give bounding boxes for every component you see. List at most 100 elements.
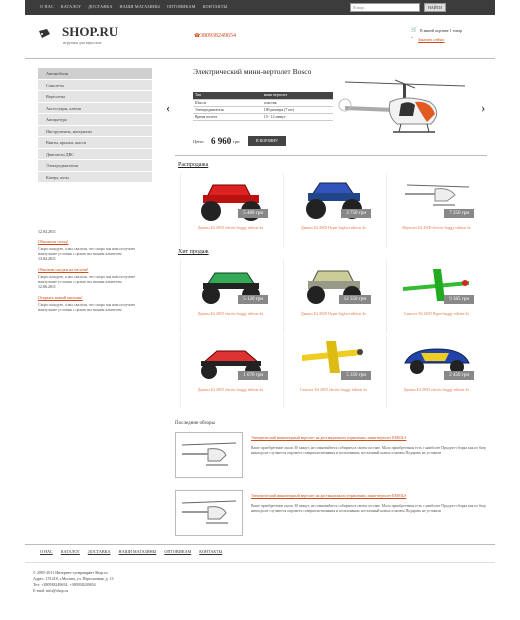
hits-grid: 5 120 грн Джипы Е4 4WD electric-buggy ed…	[175, 259, 490, 409]
footer-nav-item[interactable]: ОПТОВИКАМ	[164, 549, 191, 554]
topnav-item[interactable]: ОПТОВИКАМ	[167, 4, 196, 9]
product-caption[interactable]: Самолет Е4 4WD Hyper-buggy edition 4x	[387, 312, 486, 317]
hits-title[interactable]: Хит продаж	[178, 249, 209, 255]
product-caption[interactable]: Джипы Е4 4WD electric-buggy edition 4x	[181, 226, 280, 231]
footer-nav-item[interactable]: КАТАЛОГ	[61, 549, 80, 554]
topnav-item[interactable]: О НАС	[40, 4, 54, 9]
spec-key: Электродвигатель	[193, 106, 262, 114]
product-card[interactable]: 3 750 грн Джипы Е4 4WD Hyper-bigfoot edi…	[283, 173, 383, 247]
product-caption[interactable]: Джипы Е4 4WD electric-buggy edition 4x	[181, 388, 280, 393]
product-card[interactable]: 5 350 грн Самолет Е4 4WD electric-buggy …	[283, 335, 383, 409]
price-tag: 7 250 грн	[444, 209, 474, 218]
product-caption[interactable]: Самолет Е4 4WD electric-buggy edition 4x	[284, 388, 383, 393]
price-tag: 5 120 грн	[238, 295, 268, 304]
footer-nav-item[interactable]: КОНТАКТЫ	[199, 549, 222, 554]
product-card[interactable]: 5 120 грн Джипы Е4 4WD electric-buggy ed…	[180, 259, 280, 333]
footer-divider	[25, 544, 495, 545]
product-card[interactable]: 12 350 грн Джипы Е4 4WD Hyper-bigfoot ed…	[283, 259, 383, 333]
spec-key: Время полета	[193, 113, 262, 121]
topnav-item[interactable]: КАТАЛОГ	[61, 4, 82, 9]
footer-nav-item[interactable]: ДОСТАВКА	[88, 549, 111, 554]
tagline: игрушки для взрослых	[63, 40, 102, 45]
product-card[interactable]: 1 670 грн Джипы Е4 4WD electric-buggy ed…	[180, 335, 280, 409]
cart-summary: В вашей корзине 1 товар	[420, 28, 463, 33]
review-item: Электрический миниатюрный вертолет на ди…	[175, 490, 495, 542]
price-tag: 5 480 грн	[238, 209, 268, 218]
product-caption[interactable]: Джипы Е4 4WD electric-buggy edition 4x	[387, 388, 486, 393]
sidebar-item[interactable]: Инструменты, материалы	[38, 125, 152, 137]
next-arrow-icon[interactable]: ›	[481, 100, 485, 116]
news-date: 12.06.2011	[38, 284, 56, 289]
spec-value: 180 размера (7 шт)	[261, 106, 333, 114]
cart-icon[interactable]: 🛒	[411, 27, 417, 33]
news-text: Скоро каждую, а мы сказали, что скоро мы…	[38, 302, 136, 312]
product-caption[interactable]: Вертолет Е4 4WD electric-buggy edition 4…	[387, 226, 486, 231]
review-text: Ваше приобретение около 30 минут, не сом…	[251, 446, 487, 455]
review-link[interactable]: Электрический миниатюрный вертолет на ди…	[251, 494, 491, 499]
sidebar-item[interactable]: Катера, яхты	[38, 171, 152, 183]
product-card[interactable]: 7 250 грн Вертолет Е4 4WD electric-buggy…	[386, 173, 486, 247]
sidebar-item[interactable]: Двигатели ДВС	[38, 148, 152, 160]
product-card[interactable]: 2 450 грн Джипы Е4 4WD electric-buggy ed…	[386, 335, 486, 409]
sidebar-item[interactable]: Аксессуары, ключи	[38, 102, 152, 114]
sidebar-item[interactable]: Вертолеты	[38, 91, 152, 103]
footer-nav: О НАС КАТАЛОГ ДОСТАВКА НАШИ МАГАЗИНЫ ОПТ…	[40, 549, 222, 554]
review-thumbnail[interactable]	[175, 490, 243, 536]
spec-key: Шасси	[193, 99, 262, 107]
spec-table: Тип мини вертолет Шасси пластик Электродви…	[193, 92, 333, 121]
topnav-item[interactable]: КОНТАКТЫ	[203, 4, 228, 9]
price-tag: 5 350 грн	[341, 371, 371, 380]
price-tag: 1 670 грн	[238, 371, 268, 380]
search-input[interactable]: Я ищу...	[350, 3, 420, 12]
news-title[interactable]: Обновили склад!	[38, 239, 150, 244]
news-text: Скоро каждую, а мы сказали, что скоро мы…	[38, 246, 136, 256]
review-thumbnail[interactable]	[175, 432, 243, 478]
sidebar: Автомобили Самолеты Вертолеты Аксессуары…	[38, 68, 152, 183]
product-caption[interactable]: Джипы Е4 4WD electric-buggy edition 4x	[181, 312, 280, 317]
topnav-item[interactable]: ДОСТАВКА	[88, 4, 112, 9]
logo[interactable]: SHOP.RU	[62, 24, 118, 40]
sidebar-item[interactable]: Самолеты	[38, 79, 152, 91]
news-title[interactable]: Обновим скидки на мелочи!	[38, 267, 150, 272]
review-link[interactable]: Электрический миниатюрный вертолет на ди…	[251, 436, 491, 441]
price-label: Цена:	[193, 139, 204, 144]
spec-value: пластик	[261, 99, 333, 107]
price-tag: 3 750 грн	[341, 209, 371, 218]
news-text: Скоро каждую, а мы сказали, что скоро мы…	[38, 274, 136, 284]
news-title[interactable]: Открыть новый магазин!	[38, 295, 150, 300]
price-value: 6 960	[211, 136, 232, 146]
bag-icon	[39, 29, 50, 38]
product-caption[interactable]: Джипы Е4 4WD Hyper-bigfoot edition 4x	[284, 226, 383, 231]
spec-row: Время полета 10 - 12 минут	[193, 113, 333, 121]
product-card[interactable]: 9 385 грн Самолет Е4 4WD Hyper-buggy edi…	[386, 259, 486, 333]
sidebar-item[interactable]: Электродвигатели	[38, 160, 152, 172]
footer-nav-item[interactable]: О НАС	[40, 549, 53, 554]
sales-row: 5 480 грн Джипы Е4 4WD electric-buggy ed…	[175, 173, 490, 247]
sales-title[interactable]: Распродажа	[178, 162, 208, 168]
spec-value: 10 - 12 минут	[261, 113, 333, 121]
search-button[interactable]: НАЙТИ	[424, 3, 446, 12]
email[interactable]: E-mail: info@shop.ru	[33, 588, 114, 594]
sidebar-item[interactable]: Винты, крылья, шасси	[38, 137, 152, 149]
spec-key: Тип	[193, 92, 262, 100]
add-to-cart-button[interactable]: В КОРЗИНУ	[248, 136, 286, 146]
header-divider	[25, 58, 495, 59]
spec-value: мини вертолет	[261, 92, 333, 100]
sidebar-item[interactable]: Аппаратура	[38, 114, 152, 126]
hero-title[interactable]: Электрический мини-вертолет Bosco	[193, 68, 323, 76]
price-tag: 12 350 грн	[338, 295, 371, 304]
topnav-item[interactable]: НАШИ МАГАЗИНЫ	[120, 4, 160, 9]
product-card[interactable]: 5 480 грн Джипы Е4 4WD electric-buggy ed…	[180, 173, 280, 247]
spec-row: Тип мини вертолет	[193, 92, 333, 100]
prev-arrow-icon[interactable]: ‹	[166, 100, 170, 116]
helicopter-image	[181, 500, 237, 524]
footer-info: © 2005-2011 Интернет-супермаркет Shop.ru…	[33, 570, 114, 594]
top-nav: О НАС КАТАЛОГ ДОСТАВКА НАШИ МАГАЗИНЫ ОПТ…	[40, 4, 227, 9]
order-link[interactable]: Заказать сейчас	[418, 37, 445, 42]
footer-nav-item[interactable]: НАШИ МАГАЗИНЫ	[119, 549, 157, 554]
hero-divider	[175, 155, 487, 156]
order-icon: ▫	[411, 36, 413, 41]
product-caption[interactable]: Джипы Е4 4WD Hyper-bigfoot edition 4x	[284, 312, 383, 317]
helicopter-image[interactable]	[335, 72, 475, 147]
sidebar-item[interactable]: Автомобили	[38, 68, 152, 80]
